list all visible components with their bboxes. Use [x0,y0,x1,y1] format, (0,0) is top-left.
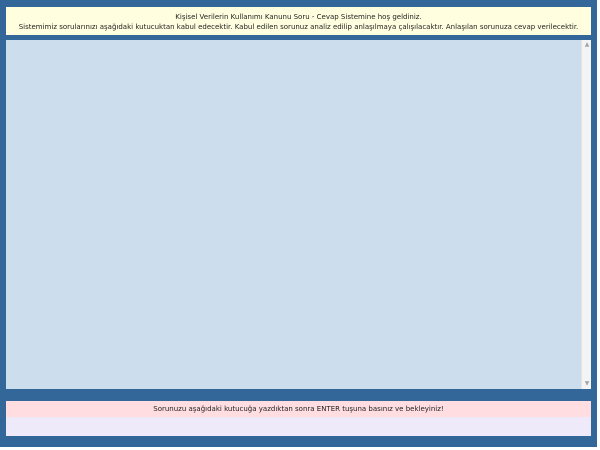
input-instruction: Sorunuzu aşağıdaki kutucuğa yazdıktan so… [6,401,591,417]
welcome-banner: Kişisel Verilerin Kullanımı Kanunu Soru … [6,7,591,35]
welcome-title: Kişisel Verilerin Kullanımı Kanunu Soru … [175,13,422,21]
scroll-up-icon[interactable]: ▲ [582,40,592,50]
scroll-down-icon[interactable]: ▼ [582,379,592,389]
question-input[interactable] [6,417,591,436]
chat-log-area[interactable]: ▲ ▼ [6,40,591,389]
app-frame: Kişisel Verilerin Kullanımı Kanunu Soru … [0,0,597,447]
welcome-description: Sistemimiz sorularınızı aşağıdaki kutucu… [18,23,579,31]
chat-scrollbar[interactable]: ▲ ▼ [581,40,591,389]
